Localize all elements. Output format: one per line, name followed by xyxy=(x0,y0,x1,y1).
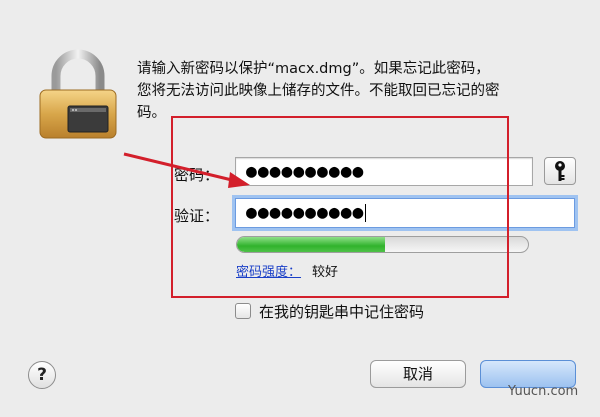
watermark-text: Yuucn.com xyxy=(508,384,579,399)
annotation-highlight-box xyxy=(171,116,509,298)
key-icon xyxy=(555,161,565,181)
dialog-message: 请输入新密码以保护“macx.dmg”。如果忘记此密码， 您将无法访问此映像上储… xyxy=(137,58,582,124)
message-line-2: 您将无法访问此映像上储存的文件。不能取回已忘记的密 xyxy=(137,83,500,99)
cancel-button[interactable]: 取消 xyxy=(370,360,466,388)
password-assistant-button[interactable] xyxy=(544,157,576,185)
remember-in-keychain-label[interactable]: 在我的钥匙串中记住密码 xyxy=(259,301,424,322)
message-line-1: 请输入新密码以保护“macx.dmg”。如果忘记此密码， xyxy=(137,61,490,77)
red-arrow-annotation xyxy=(123,152,250,188)
padlock-icon xyxy=(36,48,120,140)
help-button[interactable]: ? xyxy=(28,361,56,389)
remember-in-keychain-checkbox[interactable] xyxy=(235,303,251,319)
